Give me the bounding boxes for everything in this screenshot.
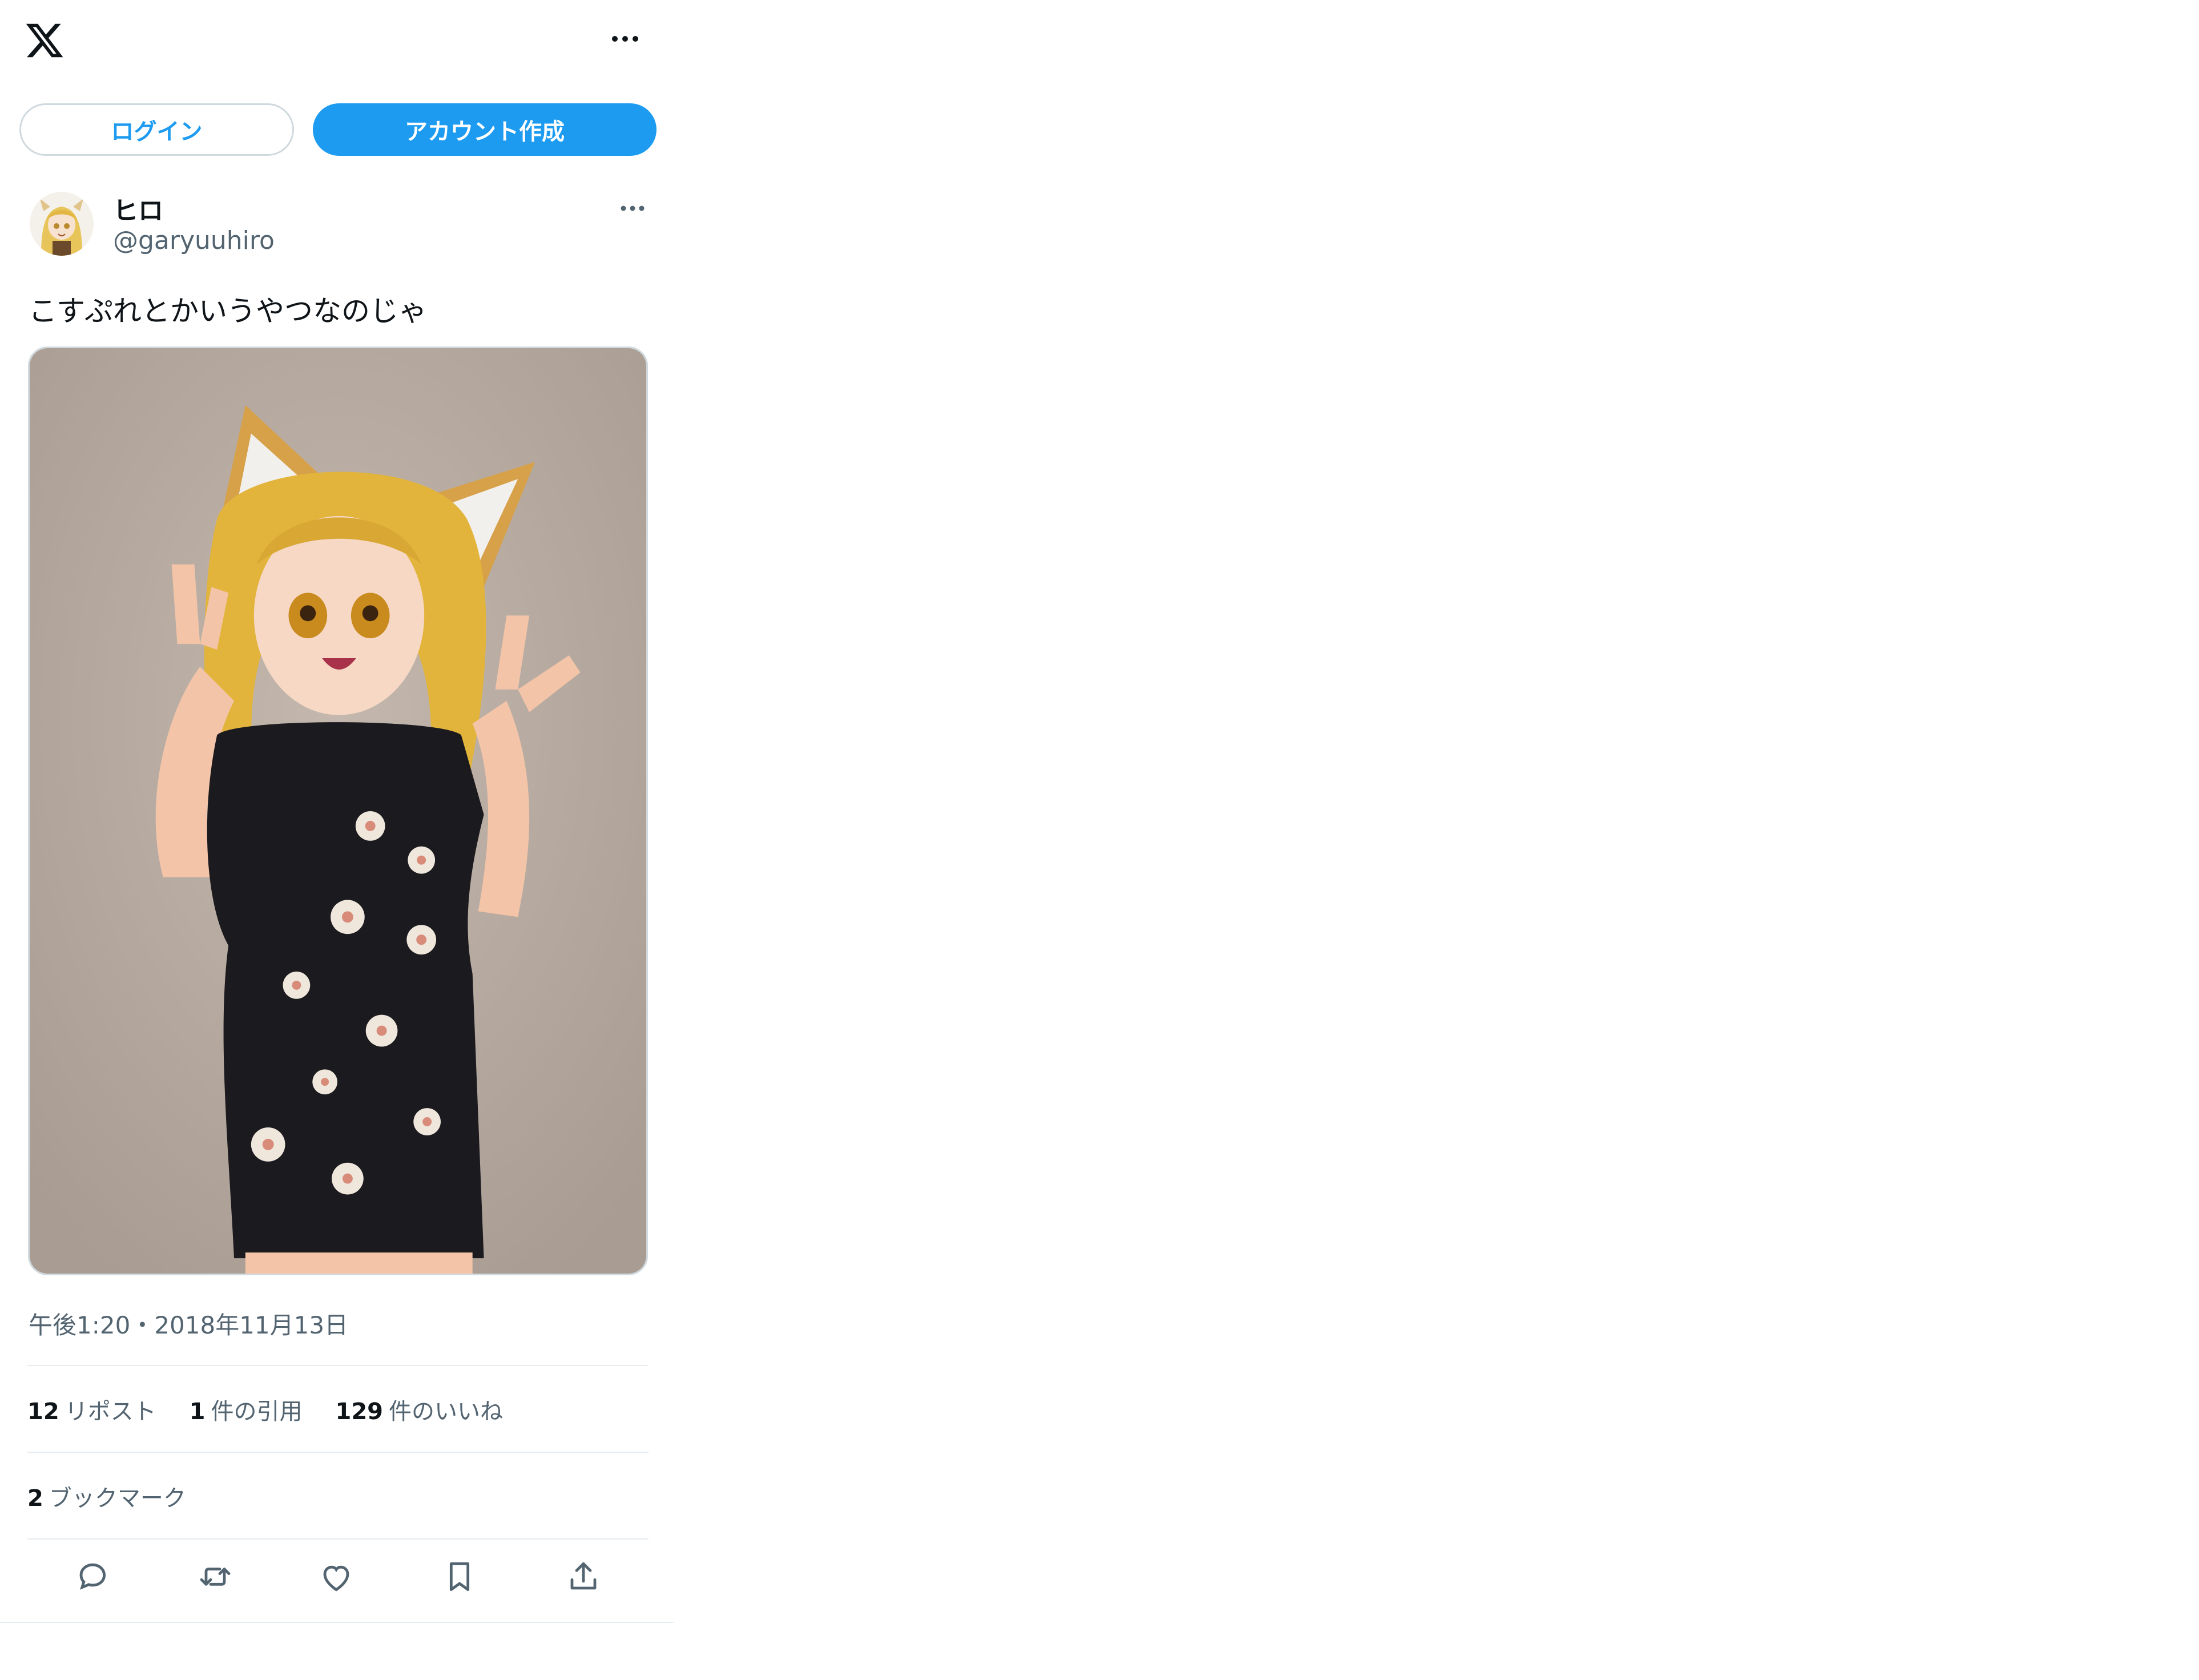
author-name[interactable]: ヒロ	[113, 190, 163, 227]
more-horizontal-icon[interactable]	[611, 33, 639, 45]
repost-icon[interactable]	[197, 1558, 233, 1595]
login-button[interactable]: ログイン	[19, 103, 294, 156]
stat-reposts[interactable]: 12 リポスト	[27, 1393, 156, 1426]
stat-label: 件の引用	[211, 1399, 303, 1425]
login-button-label: ログイン	[111, 119, 203, 145]
stat-count: 1	[189, 1399, 206, 1425]
signup-button-label: アカウント作成	[405, 119, 565, 145]
action-bar	[0, 1558, 674, 1598]
divider	[27, 1365, 649, 1366]
stat-quotes[interactable]: 1 件の引用	[190, 1393, 303, 1426]
divider	[27, 1452, 649, 1453]
stat-count: 129	[335, 1399, 384, 1425]
signup-button[interactable]: アカウント作成	[313, 103, 657, 156]
stat-label: リポスト	[65, 1399, 156, 1425]
post-column: ログイン アカウント作成 ヒロ @garyuuhiro こすぷれとかいうやつなの…	[0, 0, 674, 1623]
stat-count: 2	[27, 1485, 43, 1512]
divider	[27, 1538, 649, 1540]
avatar[interactable]	[30, 192, 94, 256]
post-photo[interactable]	[28, 347, 648, 1275]
post-text: こすぷれとかいうやつなのじゃ	[29, 295, 427, 328]
post-stats: 12 リポスト 1 件の引用 129 件のいいね	[27, 1393, 536, 1426]
bookmark-icon[interactable]	[441, 1558, 478, 1595]
x-logo-icon[interactable]	[24, 20, 65, 61]
stat-label: 件のいいね	[389, 1399, 504, 1425]
stat-likes[interactable]: 129 件のいいね	[336, 1393, 504, 1426]
author-handle[interactable]: @garyuuhiro	[113, 226, 275, 255]
reply-icon[interactable]	[74, 1558, 111, 1595]
divider	[0, 1622, 674, 1623]
like-icon[interactable]	[318, 1558, 355, 1595]
stat-bookmarks: 2 ブックマーク	[27, 1480, 186, 1513]
post-more-icon[interactable]	[620, 203, 645, 213]
post-timestamp[interactable]: 午後1:20・2018年11月13日	[29, 1306, 348, 1341]
stat-label: ブックマーク	[49, 1485, 186, 1512]
stat-count: 12	[27, 1399, 59, 1425]
share-icon[interactable]	[565, 1558, 602, 1595]
